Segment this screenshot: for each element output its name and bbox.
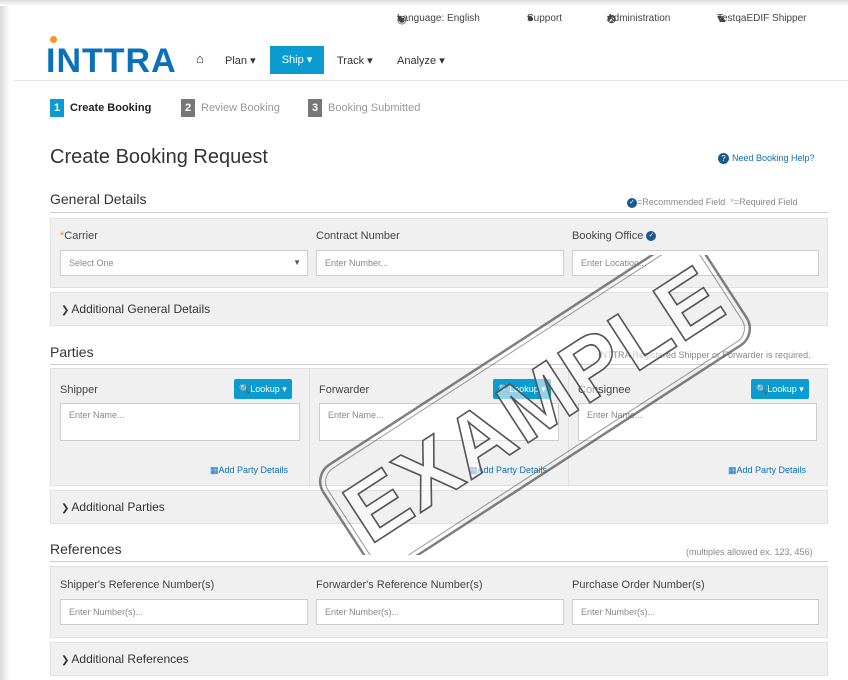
shipper-reference-input[interactable]: Enter Number(s)... <box>60 599 308 625</box>
example-watermark: EXAMPLE <box>318 255 752 555</box>
administration-menu[interactable]: ✪ Administration ▾ <box>607 13 670 26</box>
step-booking-submitted: 3 Booking Submitted <box>308 99 420 117</box>
shipper-placeholder: Enter Name... <box>69 410 125 420</box>
references-panel: Shipper's Reference Number(s) Enter Numb… <box>50 566 828 638</box>
additional-references-toggle[interactable]: ❯ Additional References <box>50 642 828 676</box>
step-number: 2 <box>181 99 195 117</box>
lookup-label: Lookup <box>250 384 280 394</box>
legend-recommended: =Recommended Field <box>637 197 726 207</box>
contract-number-label: Contract Number <box>316 230 400 242</box>
chevron-down-icon: ❯ <box>61 655 70 666</box>
nav-analyze-label: Analyze <box>397 55 437 67</box>
references-title: References <box>50 541 122 557</box>
step-create-booking: 1 Create Booking <box>50 99 151 117</box>
carrier-label-text: Carrier <box>64 230 98 242</box>
nav-plan-label: Plan <box>225 55 248 67</box>
forwarder-ref-placeholder: Enter Number(s)... <box>325 607 400 617</box>
recommended-check-icon: ✓ <box>627 197 637 208</box>
nav-ship[interactable]: Ship ▾ <box>270 46 324 74</box>
field-legend: ✓ =Recommended Field *=Required Field <box>627 197 798 208</box>
watermark-text: EXAMPLE <box>328 255 741 555</box>
chevron-down-icon: ❯ <box>61 503 70 514</box>
shipper-lookup-button[interactable]: 🔍Lookup ▾ <box>234 379 292 399</box>
lookup-label: Lookup <box>767 384 797 394</box>
legend-required: =Required Field <box>733 197 798 207</box>
expander-label: Additional General Details <box>71 302 211 316</box>
left-shadow <box>0 0 10 680</box>
expander-label: Additional Parties <box>71 500 165 514</box>
purchase-order-label: Purchase Order Number(s) <box>572 579 705 591</box>
logo-dot <box>50 36 57 43</box>
add-party-label: Add Party Details <box>218 465 289 475</box>
nav-track[interactable]: Track ▾ <box>337 54 373 67</box>
support-label: Support <box>527 13 563 24</box>
help-label: Need Booking Help? <box>732 153 815 163</box>
page-frame: ◉ Language: English ▾ ● Support ▾ ✪ Adminis… <box>0 0 848 680</box>
nav-track-label: Track <box>337 55 365 67</box>
general-details-title: General Details <box>50 191 147 207</box>
nav-analyze[interactable]: Analyze ▾ <box>397 54 445 67</box>
shipper-ref-placeholder: Enter Number(s)... <box>69 607 144 617</box>
step-review-booking: 2 Review Booking <box>181 99 280 117</box>
shipper-name-input[interactable]: Enter Name... <box>60 403 300 441</box>
user-label: TestqaEDIF Shipper <box>717 13 807 24</box>
user-menu[interactable]: ▲ TestqaEDIF Shipper ▾ <box>717 13 807 25</box>
shipper-reference-label: Shipper's Reference Number(s) <box>60 579 215 591</box>
language-label: Language: English <box>397 13 480 24</box>
general-divider <box>50 212 828 213</box>
nav-plan[interactable]: Plan ▾ <box>225 54 256 67</box>
inttra-logo[interactable]: INTTRA <box>46 36 177 81</box>
po-placeholder: Enter Number(s)... <box>581 607 656 617</box>
booking-office-label: Booking Office ✓ <box>572 230 657 242</box>
logo-text: INTTRA <box>46 42 177 80</box>
carrier-select-value: Select One <box>69 258 114 268</box>
expander-label: Additional References <box>71 652 189 666</box>
parties-title: Parties <box>50 344 94 360</box>
language-menu[interactable]: ◉ Language: English ▾ <box>397 13 480 26</box>
forwarder-reference-label: Forwarder's Reference Number(s) <box>316 579 483 591</box>
step-number: 1 <box>50 99 64 117</box>
carrier-select[interactable]: Select One ▼ <box>60 250 308 276</box>
support-menu[interactable]: ● Support ▾ <box>527 13 562 25</box>
chevron-down-icon: ❯ <box>61 305 70 316</box>
shipper-column: Shipper 🔍Lookup ▾ Enter Name... ▦Add Par… <box>51 369 310 487</box>
purchase-order-input[interactable]: Enter Number(s)... <box>572 599 819 625</box>
page-title: Create Booking Request <box>50 146 268 168</box>
top-shadow <box>0 0 848 6</box>
administration-label: Administration <box>607 13 671 24</box>
header-divider <box>14 80 848 81</box>
nav-ship-label: Ship <box>281 54 304 66</box>
step-number: 3 <box>308 99 322 117</box>
shipper-add-party-link[interactable]: ▦Add Party Details <box>210 465 288 476</box>
shipper-label: Shipper <box>60 384 98 396</box>
utility-bar: ◉ Language: English ▾ ● Support ▾ ✪ Adminis… <box>0 13 848 29</box>
booking-help-link[interactable]: ? Need Booking Help? <box>718 153 815 165</box>
help-icon: ? <box>718 153 729 165</box>
table-icon: ▦ <box>210 465 219 475</box>
step-label: Booking Submitted <box>328 102 421 114</box>
carrier-label: *Carrier <box>60 230 98 242</box>
home-icon[interactable]: ⌂ <box>196 51 204 66</box>
recommended-check-icon: ✓ <box>646 231 657 242</box>
step-label: Create Booking <box>70 102 152 114</box>
search-icon: 🔍 <box>239 384 251 394</box>
booking-office-label-text: Booking Office <box>572 230 644 242</box>
references-divider <box>50 561 828 562</box>
step-label: Review Booking <box>201 102 280 114</box>
forwarder-reference-input[interactable]: Enter Number(s)... <box>316 599 564 625</box>
